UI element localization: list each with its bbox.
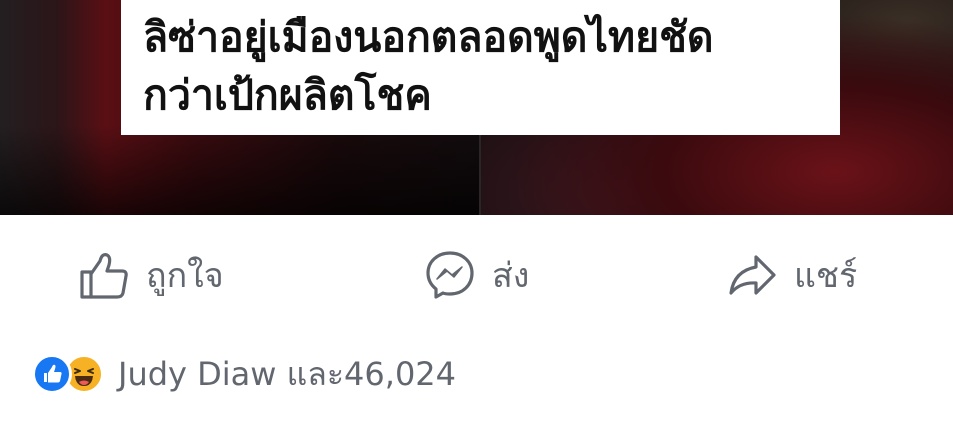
thumbs-up-icon bbox=[80, 253, 128, 299]
share-button[interactable]: แชร์ bbox=[726, 240, 857, 310]
send-button[interactable]: ส่ง bbox=[424, 240, 529, 310]
share-label: แชร์ bbox=[794, 256, 858, 296]
like-label: ถูกใจ bbox=[146, 256, 224, 296]
caption-line-2: กว่าเป้กผลิตโชค bbox=[143, 71, 432, 119]
like-reaction-icon bbox=[32, 354, 72, 394]
caption-line-1: ลิซ่าอยู่เมืองนอกตลอดพูดไทยชัด bbox=[143, 13, 714, 61]
like-button[interactable]: ถูกใจ bbox=[78, 240, 224, 310]
post-image[interactable]: ลิซ่าอยู่เมืองนอกตลอดพูดไทยชัด กว่าเป้กผ… bbox=[0, 0, 953, 215]
share-arrow-icon bbox=[729, 255, 776, 295]
reaction-summary[interactable]: Judy Diaw และ46,024 bbox=[32, 348, 456, 400]
image-caption-box: ลิซ่าอยู่เมืองนอกตลอดพูดไทยชัด กว่าเป้กผ… bbox=[121, 0, 840, 135]
post-action-bar: ถูกใจ ส่ง แชร์ bbox=[0, 240, 953, 310]
messenger-icon bbox=[426, 251, 474, 299]
send-label: ส่ง bbox=[492, 256, 530, 296]
reaction-summary-text: Judy Diaw และ46,024 bbox=[118, 354, 457, 393]
